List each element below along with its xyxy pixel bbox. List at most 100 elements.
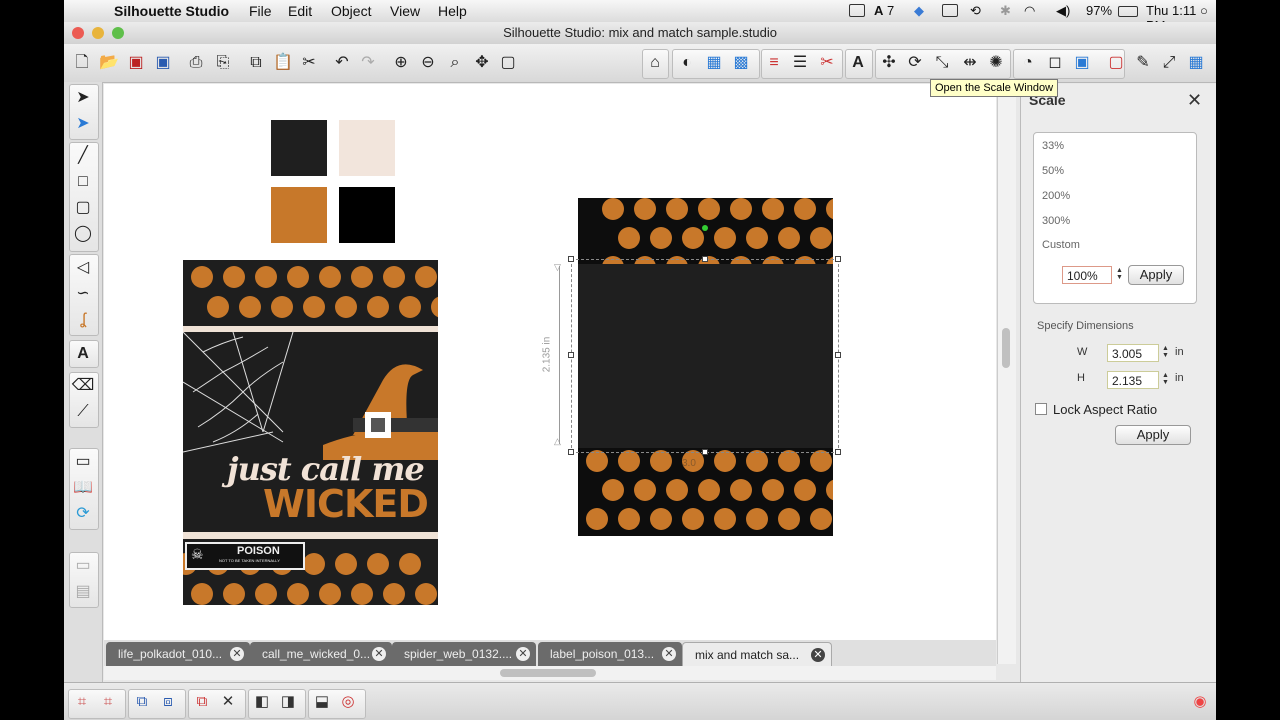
cut-style-icon[interactable]: ✂: [815, 51, 839, 75]
save-icon[interactable]: ▣: [124, 51, 148, 75]
apply-scale-button[interactable]: Apply: [1128, 265, 1184, 285]
preset-custom[interactable]: Custom: [1042, 239, 1080, 251]
zoom-out-icon[interactable]: ⊖: [416, 51, 440, 75]
send-to-back-icon[interactable]: ◨: [276, 691, 300, 713]
trace-icon[interactable]: ▣: [1070, 51, 1094, 75]
tab-call-me-wicked[interactable]: call_me_wicked_0... ✕: [250, 642, 392, 666]
app-menu[interactable]: Silhouette Studio: [114, 3, 229, 19]
weld-icon[interactable]: ⬓: [310, 691, 334, 713]
rectangle-tool-icon[interactable]: □: [70, 170, 96, 194]
resize-handle-tr[interactable]: [835, 256, 841, 262]
airplay-icon[interactable]: [942, 4, 958, 17]
fullscreen-icon[interactable]: ⤢: [1157, 51, 1181, 75]
fill-gradient-icon[interactable]: ▦: [702, 51, 726, 75]
offset-icon[interactable]: ◻: [1043, 51, 1067, 75]
preset-200[interactable]: 200%: [1042, 190, 1070, 202]
open-file-icon[interactable]: 📂: [97, 51, 121, 75]
swatch-orange[interactable]: [271, 187, 327, 243]
ellipse-tool-icon[interactable]: ◯: [70, 222, 96, 246]
zoom-window-button[interactable]: [112, 27, 124, 39]
resize-handle-bl[interactable]: [568, 449, 574, 455]
zoom-in-icon[interactable]: ⊕: [389, 51, 413, 75]
tab-label-poison[interactable]: label_poison_013... ✕: [538, 642, 682, 666]
custom-scale-input[interactable]: 100%: [1062, 266, 1112, 284]
scale-icon[interactable]: ⤡: [930, 51, 954, 75]
copy-icon[interactable]: ⧉: [244, 51, 268, 75]
swatch-deep-black[interactable]: [339, 187, 395, 243]
text-style-icon[interactable]: A: [846, 51, 870, 75]
line-tool-icon[interactable]: ╱: [70, 144, 96, 168]
width-input[interactable]: 3.005: [1107, 344, 1159, 362]
duplicate-icon[interactable]: ⧉: [190, 691, 214, 713]
panel-view-icon[interactable]: ▭: [70, 554, 96, 578]
page-setup-icon[interactable]: ▭: [70, 450, 96, 474]
preset-33[interactable]: 33%: [1042, 140, 1064, 152]
text-tool-icon[interactable]: A: [70, 342, 96, 366]
vertical-scrollbar[interactable]: [997, 84, 1016, 664]
resize-handle-l[interactable]: [568, 352, 574, 358]
line-color-icon[interactable]: ≡: [762, 51, 786, 75]
offset-target-icon[interactable]: ◎: [336, 691, 360, 713]
close-tab-icon[interactable]: ✕: [811, 648, 825, 662]
send-to-cutter-icon[interactable]: ⎘: [211, 51, 235, 75]
menu-object[interactable]: Object: [331, 3, 371, 19]
library-save-icon[interactable]: ▣: [151, 51, 175, 75]
sketch-pen-icon[interactable]: ✎: [1131, 51, 1155, 75]
zoom-area-icon[interactable]: ⌕: [443, 51, 467, 75]
width-stepper-icon[interactable]: ▲ ▼: [1162, 345, 1169, 359]
pan-icon[interactable]: ✥: [470, 51, 494, 75]
apply-dimensions-button[interactable]: Apply: [1115, 425, 1191, 445]
grid-icon[interactable]: ▦: [1184, 51, 1208, 75]
fill-color-icon[interactable]: ◐: [675, 51, 699, 75]
fit-to-page-icon[interactable]: ▢: [496, 51, 520, 75]
preset-50[interactable]: 50%: [1042, 165, 1064, 177]
close-panel-icon[interactable]: ✕: [1187, 90, 1202, 111]
resize-handle-tl[interactable]: [568, 256, 574, 262]
lock-aspect-checkbox[interactable]: [1035, 403, 1047, 415]
group-icon[interactable]: ⌗: [70, 691, 94, 713]
swatch-black[interactable]: [271, 120, 327, 176]
custom-scale-stepper-icon[interactable]: ▲ ▼: [1116, 267, 1123, 281]
resize-handle-r[interactable]: [835, 352, 841, 358]
tab-life-polkadot[interactable]: life_polkadot_010... ✕: [106, 642, 250, 666]
volume-icon[interactable]: ◀): [1056, 3, 1070, 19]
dropbox-icon[interactable]: ◆: [914, 3, 924, 19]
rotate-handle[interactable]: [702, 225, 708, 231]
line-style-icon[interactable]: ☰: [788, 51, 812, 75]
eraser-tool-icon[interactable]: ⌫: [70, 374, 96, 398]
select-arrow-icon[interactable]: ➤: [70, 86, 96, 110]
bring-to-front-icon[interactable]: ◧: [250, 691, 274, 713]
minimize-window-button[interactable]: [92, 27, 104, 39]
point-edit-icon[interactable]: ➤: [70, 112, 96, 136]
close-tab-icon[interactable]: ✕: [662, 647, 676, 661]
redo-icon[interactable]: ↷: [356, 51, 380, 75]
knife-tool-icon[interactable]: ⟋: [70, 400, 96, 424]
resize-handle-br[interactable]: [835, 449, 841, 455]
search-icon[interactable]: ○: [1200, 3, 1208, 18]
home-icon[interactable]: ⌂: [643, 51, 667, 75]
fill-pattern-icon[interactable]: ▩: [729, 51, 753, 75]
freehand-tool-icon[interactable]: ʆ: [70, 308, 96, 332]
modify-icon[interactable]: ◔: [1016, 51, 1040, 75]
move-icon[interactable]: ⇹: [958, 51, 982, 75]
online-store-icon[interactable]: ⟳: [70, 502, 96, 526]
wifi-icon[interactable]: ◠: [1024, 3, 1035, 19]
paste-icon[interactable]: 📋: [271, 51, 295, 75]
wicked-card[interactable]: just call me WICKED ☠ POISON NOT TO BE T…: [183, 260, 438, 605]
replicate-icon[interactable]: ✺: [984, 51, 1008, 75]
menu-help[interactable]: Help: [438, 3, 467, 19]
registration-marks-icon[interactable]: ▢: [1104, 51, 1128, 75]
rotate-icon[interactable]: ⟳: [903, 51, 927, 75]
ungroup-icon[interactable]: ⌗: [96, 691, 120, 713]
close-tab-icon[interactable]: ✕: [516, 647, 530, 661]
camera-icon[interactable]: [849, 4, 865, 17]
menu-edit[interactable]: Edit: [288, 3, 312, 19]
resize-handle-t[interactable]: [702, 256, 708, 262]
curve-tool-icon[interactable]: ∽: [70, 282, 96, 306]
color-wheel-icon[interactable]: ◉: [1188, 691, 1212, 713]
preset-300[interactable]: 300%: [1042, 215, 1070, 227]
tab-mix-and-match[interactable]: mix and match sa... ✕: [682, 642, 832, 666]
adobe-icon[interactable]: A: [874, 3, 883, 18]
height-stepper-icon[interactable]: ▲ ▼: [1162, 372, 1169, 386]
horizontal-scrollbar[interactable]: [104, 666, 996, 680]
